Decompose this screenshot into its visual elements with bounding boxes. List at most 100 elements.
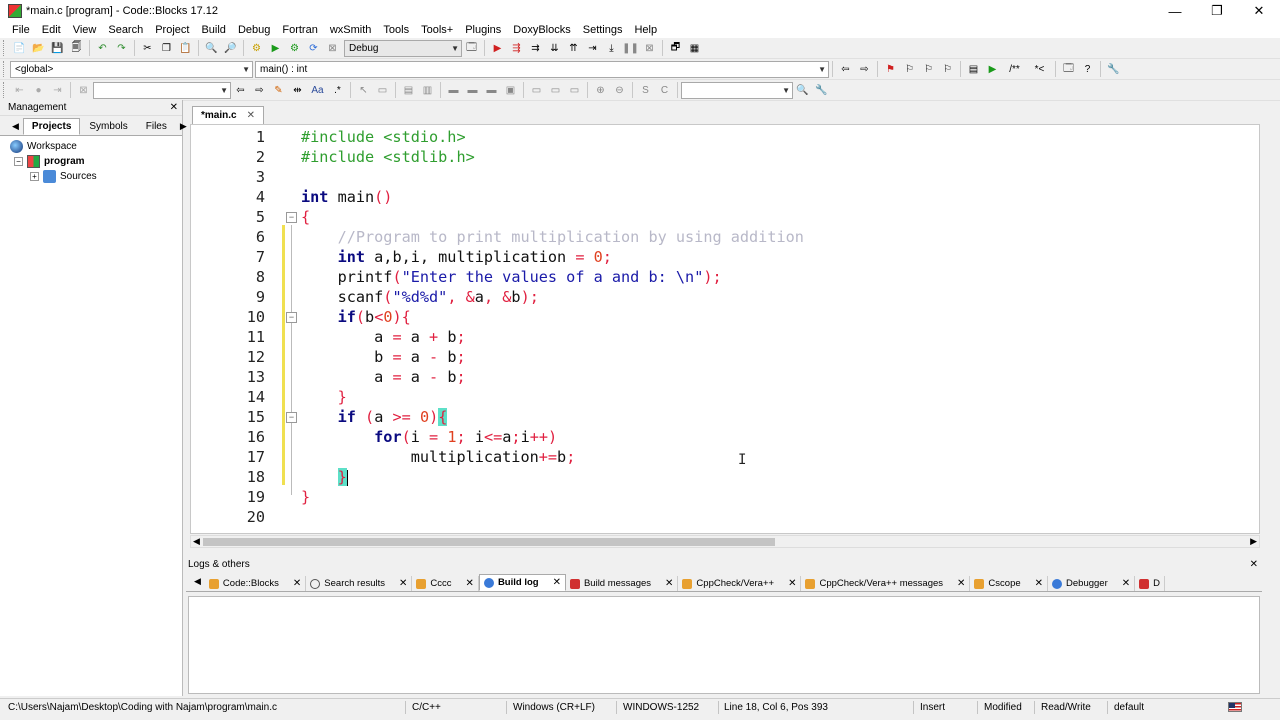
editor-horizontal-scrollbar[interactable]: ◀ ▶ <box>190 535 1260 548</box>
copy-icon[interactable]: ❐ <box>159 40 175 56</box>
align-1-icon[interactable]: ▬ <box>446 82 462 98</box>
maximize-button[interactable]: ❐ <box>1196 0 1238 22</box>
match-case-icon[interactable]: Aa <box>309 82 327 98</box>
layout-1-icon[interactable]: ▭ <box>529 82 545 98</box>
build-options-icon[interactable]: 🗔 <box>464 40 480 56</box>
toolbar-grip[interactable] <box>3 82 7 98</box>
menu-search[interactable]: Search <box>102 22 149 38</box>
save-icon[interactable]: 💾 <box>50 40 66 56</box>
build-log-output[interactable] <box>188 596 1260 694</box>
debug-dot-icon[interactable]: ● <box>31 82 47 98</box>
tree-workspace[interactable]: Workspace <box>10 139 182 154</box>
menu-settings[interactable]: Settings <box>577 22 629 38</box>
scroll-right-icon[interactable]: ▶ <box>1250 536 1257 547</box>
menu-file[interactable]: File <box>6 22 36 38</box>
search-box-icon[interactable]: ⊠ <box>76 82 92 98</box>
rebuild-icon[interactable]: ⟳ <box>306 40 322 56</box>
tab-symbols[interactable]: Symbols <box>80 118 136 135</box>
code-editor[interactable]: 1 #include <stdio.h> 2 #include <stdlib.h>… <box>190 124 1260 534</box>
wx-search-icon[interactable]: 🔍 <box>795 82 811 98</box>
paste-icon[interactable]: 📋 <box>178 40 194 56</box>
tab-build-messages[interactable]: Build messages ✕ <box>566 576 679 591</box>
jump-forward-icon[interactable]: ⇨ <box>857 61 873 77</box>
build-and-run-icon[interactable]: ⚙ <box>287 40 303 56</box>
menu-tools[interactable]: Tools <box>377 22 415 38</box>
debug-info-icon[interactable]: ▦ <box>687 40 703 56</box>
menu-project[interactable]: Project <box>149 22 195 38</box>
align-3-icon[interactable]: ▬ <box>484 82 500 98</box>
highlight-icon[interactable]: ✎ <box>271 82 287 98</box>
step-out-icon[interactable]: ⇈ <box>566 40 582 56</box>
close-tab-icon[interactable]: ✕ <box>293 578 301 589</box>
tab-d-truncated[interactable]: D <box>1135 576 1166 591</box>
run-icon[interactable]: ▶ <box>268 40 284 56</box>
menu-help[interactable]: Help <box>628 22 663 38</box>
tab-main-c[interactable]: *main.c ✕ <box>192 106 264 124</box>
tab-files[interactable]: Files <box>137 118 176 135</box>
widget-1-icon[interactable]: ▤ <box>401 82 417 98</box>
s-icon[interactable]: S <box>638 82 654 98</box>
menu-fortran[interactable]: Fortran <box>276 22 323 38</box>
save-all-icon[interactable]: 🗐 <box>69 40 85 56</box>
menu-plugins[interactable]: Plugins <box>459 22 507 38</box>
run-to-cursor-icon[interactable]: ⇶ <box>509 40 525 56</box>
tab-scroll-left-icon[interactable]: ◀ <box>8 121 23 135</box>
menu-build[interactable]: Build <box>195 22 231 38</box>
tab-cccc[interactable]: Cccc ✕ <box>412 576 479 591</box>
tab-debugger[interactable]: Debugger ✕ <box>1048 576 1136 591</box>
zoom-in-icon[interactable]: ⊕ <box>593 82 609 98</box>
close-tab-icon[interactable]: ✕ <box>247 110 255 121</box>
align-4-icon[interactable]: ▣ <box>503 82 519 98</box>
tree-sources[interactable]: + Sources <box>10 169 182 184</box>
close-tab-icon[interactable]: ✕ <box>788 578 796 589</box>
stop-debug-icon[interactable]: ⊠ <box>642 40 658 56</box>
wx-settings-icon[interactable]: 🔧 <box>814 82 830 98</box>
cut-icon[interactable]: ✂ <box>140 40 156 56</box>
layout-3-icon[interactable]: ▭ <box>567 82 583 98</box>
tab-search-results[interactable]: Search results ✕ <box>306 576 413 591</box>
scrollbar-thumb[interactable] <box>203 538 775 546</box>
step-instruction-icon[interactable]: ⤓ <box>604 40 620 56</box>
doxywizard-icon[interactable]: ▤ <box>966 61 982 77</box>
function-select[interactable]: main() : int ▼ <box>255 60 829 78</box>
tab-projects[interactable]: Projects <box>22 118 81 135</box>
close-tab-icon[interactable]: ✕ <box>399 578 407 589</box>
close-tab-icon[interactable]: ✕ <box>553 577 561 588</box>
abort-icon[interactable]: ⊠ <box>325 40 341 56</box>
menu-debug[interactable]: Debug <box>232 22 276 38</box>
tab-scroll-left-icon[interactable]: ◀ <box>190 576 205 591</box>
fold-toggle-icon[interactable]: − <box>286 412 297 423</box>
tree-project[interactable]: − program <box>10 154 182 169</box>
toolbar-grip[interactable] <box>3 40 7 56</box>
next-line-icon[interactable]: ⇉ <box>528 40 544 56</box>
layout-2-icon[interactable]: ▭ <box>548 82 564 98</box>
tab-cppcheck-messages[interactable]: CppCheck/Vera++ messages ✕ <box>801 576 971 591</box>
zoom-out-icon[interactable]: ⊖ <box>612 82 628 98</box>
incremental-search-select[interactable]: ▼ <box>93 81 231 99</box>
menu-doxyblocks[interactable]: DoxyBlocks <box>507 22 576 38</box>
panel-icon[interactable]: ▭ <box>375 82 391 98</box>
close-tab-icon[interactable]: ✕ <box>466 578 474 589</box>
doxyblocks-prefs-icon[interactable]: 🔧 <box>1106 61 1122 77</box>
tab-build-log[interactable]: Build log ✕ <box>478 574 566 591</box>
close-tab-icon[interactable]: ✕ <box>957 578 965 589</box>
menu-tools-plus[interactable]: Tools+ <box>415 22 459 38</box>
undo-icon[interactable]: ↶ <box>95 40 111 56</box>
collapse-icon[interactable]: − <box>14 157 23 166</box>
search-next-icon[interactable]: ⇨ <box>252 82 268 98</box>
prev-bookmark-icon[interactable]: ⚐ <box>902 61 918 77</box>
fold-toggle-icon[interactable]: − <box>286 312 297 323</box>
close-tab-icon[interactable]: ✕ <box>665 578 673 589</box>
extract-docs-icon[interactable]: ▶ <box>985 61 1001 77</box>
step-into-icon[interactable]: ⇊ <box>547 40 563 56</box>
scroll-left-icon[interactable]: ◀ <box>193 536 200 547</box>
clear-bookmarks-icon[interactable]: ⚐ <box>940 61 956 77</box>
html-docs-icon[interactable]: 🗔 <box>1061 61 1077 77</box>
debug-start-icon[interactable]: ▶ <box>490 40 506 56</box>
fold-toggle-icon[interactable]: − <box>286 212 297 223</box>
toggle-bookmark-icon[interactable]: ⚑ <box>883 61 899 77</box>
c-icon[interactable]: C <box>657 82 673 98</box>
scope-select[interactable]: <global> ▼ <box>10 60 253 78</box>
toolbar-grip[interactable] <box>3 61 7 77</box>
pointer-icon[interactable]: ↖ <box>356 82 372 98</box>
